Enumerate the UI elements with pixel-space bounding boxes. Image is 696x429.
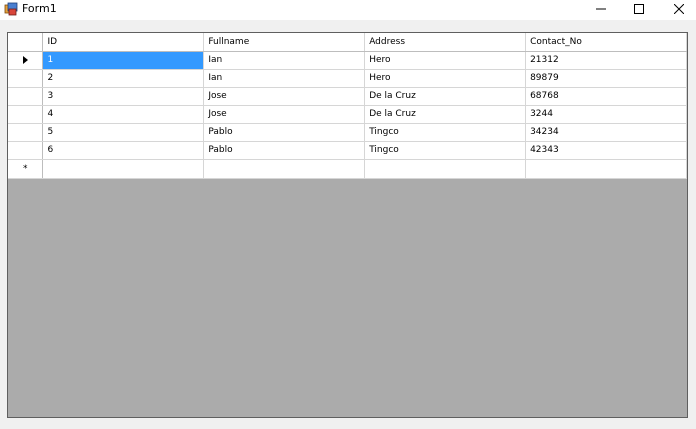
cell-fullname[interactable]: Ian	[203, 51, 366, 70]
cell-id[interactable]: 1	[42, 51, 205, 70]
top-left-header-cell[interactable]	[8, 33, 44, 52]
cell-id[interactable]: 5	[42, 123, 205, 142]
cell-id[interactable]: 4	[42, 105, 205, 124]
close-icon	[674, 4, 684, 14]
new-cell-fullname[interactable]	[203, 159, 366, 179]
table-row[interactable]: 4 Jose De la Cruz 3244	[8, 105, 687, 124]
cell-fullname[interactable]: Jose	[203, 105, 366, 124]
table-row[interactable]: 2 Ian Hero 89879	[8, 69, 687, 88]
close-button[interactable]	[662, 0, 696, 18]
cell-contact-no[interactable]: 3244	[525, 105, 687, 124]
cell-contact-no[interactable]: 68768	[525, 87, 687, 106]
table-row[interactable]: 5 Pablo Tingco 34234	[8, 123, 687, 142]
column-header-contact-no[interactable]: Contact_No	[525, 33, 687, 52]
cell-address[interactable]: Hero	[364, 51, 527, 70]
cell-address[interactable]: Tingco	[364, 123, 527, 142]
column-header-id[interactable]: ID	[42, 33, 205, 52]
current-row-arrow-icon	[22, 55, 28, 64]
table-row[interactable]: 1 Ian Hero 21312	[8, 51, 687, 70]
new-row-header[interactable]: *	[8, 159, 44, 179]
cell-address[interactable]: Tingco	[364, 141, 527, 160]
header-row: ID Fullname Address Contact_No	[8, 33, 687, 52]
row-header[interactable]	[8, 105, 44, 124]
cell-fullname[interactable]: Ian	[203, 69, 366, 88]
maximize-icon	[634, 4, 644, 14]
cell-address[interactable]: De la Cruz	[364, 87, 527, 106]
form-client-area: ID Fullname Address Contact_No 1 Ian Her…	[0, 20, 696, 429]
new-cell-id[interactable]	[42, 159, 205, 179]
column-header-address[interactable]: Address	[364, 33, 527, 52]
cell-contact-no[interactable]: 34234	[525, 123, 687, 142]
window-title: Form1	[22, 2, 57, 15]
row-header[interactable]	[8, 87, 44, 106]
row-header[interactable]	[8, 141, 44, 160]
new-row[interactable]: *	[8, 159, 687, 179]
cell-address[interactable]: Hero	[364, 69, 527, 88]
minimize-icon	[596, 8, 606, 10]
column-header-fullname[interactable]: Fullname	[203, 33, 366, 52]
cell-fullname[interactable]: Pablo	[203, 123, 366, 142]
table-row[interactable]: 3 Jose De la Cruz 68768	[8, 87, 687, 106]
cell-contact-no[interactable]: 89879	[525, 69, 687, 88]
new-cell-address[interactable]	[364, 159, 527, 179]
cell-id[interactable]: 6	[42, 141, 205, 160]
cell-address[interactable]: De la Cruz	[364, 105, 527, 124]
row-header[interactable]	[8, 69, 44, 88]
title-bar: Form1	[0, 0, 696, 20]
cell-id[interactable]: 2	[42, 69, 205, 88]
cell-fullname[interactable]: Pablo	[203, 141, 366, 160]
minimize-button[interactable]	[584, 0, 618, 18]
row-header[interactable]	[8, 123, 44, 142]
new-cell-contact-no[interactable]	[525, 159, 687, 179]
grid-table: ID Fullname Address Contact_No 1 Ian Her…	[8, 33, 687, 179]
app-icon	[4, 2, 18, 16]
cell-fullname[interactable]: Jose	[203, 87, 366, 106]
row-header[interactable]	[8, 51, 44, 70]
data-grid-view[interactable]: ID Fullname Address Contact_No 1 Ian Her…	[7, 32, 688, 418]
cell-contact-no[interactable]: 42343	[525, 141, 687, 160]
maximize-button[interactable]	[622, 0, 656, 18]
new-row-marker: *	[22, 163, 28, 174]
cell-contact-no[interactable]: 21312	[525, 51, 687, 70]
cell-id[interactable]: 3	[42, 87, 205, 106]
table-row[interactable]: 6 Pablo Tingco 42343	[8, 141, 687, 160]
